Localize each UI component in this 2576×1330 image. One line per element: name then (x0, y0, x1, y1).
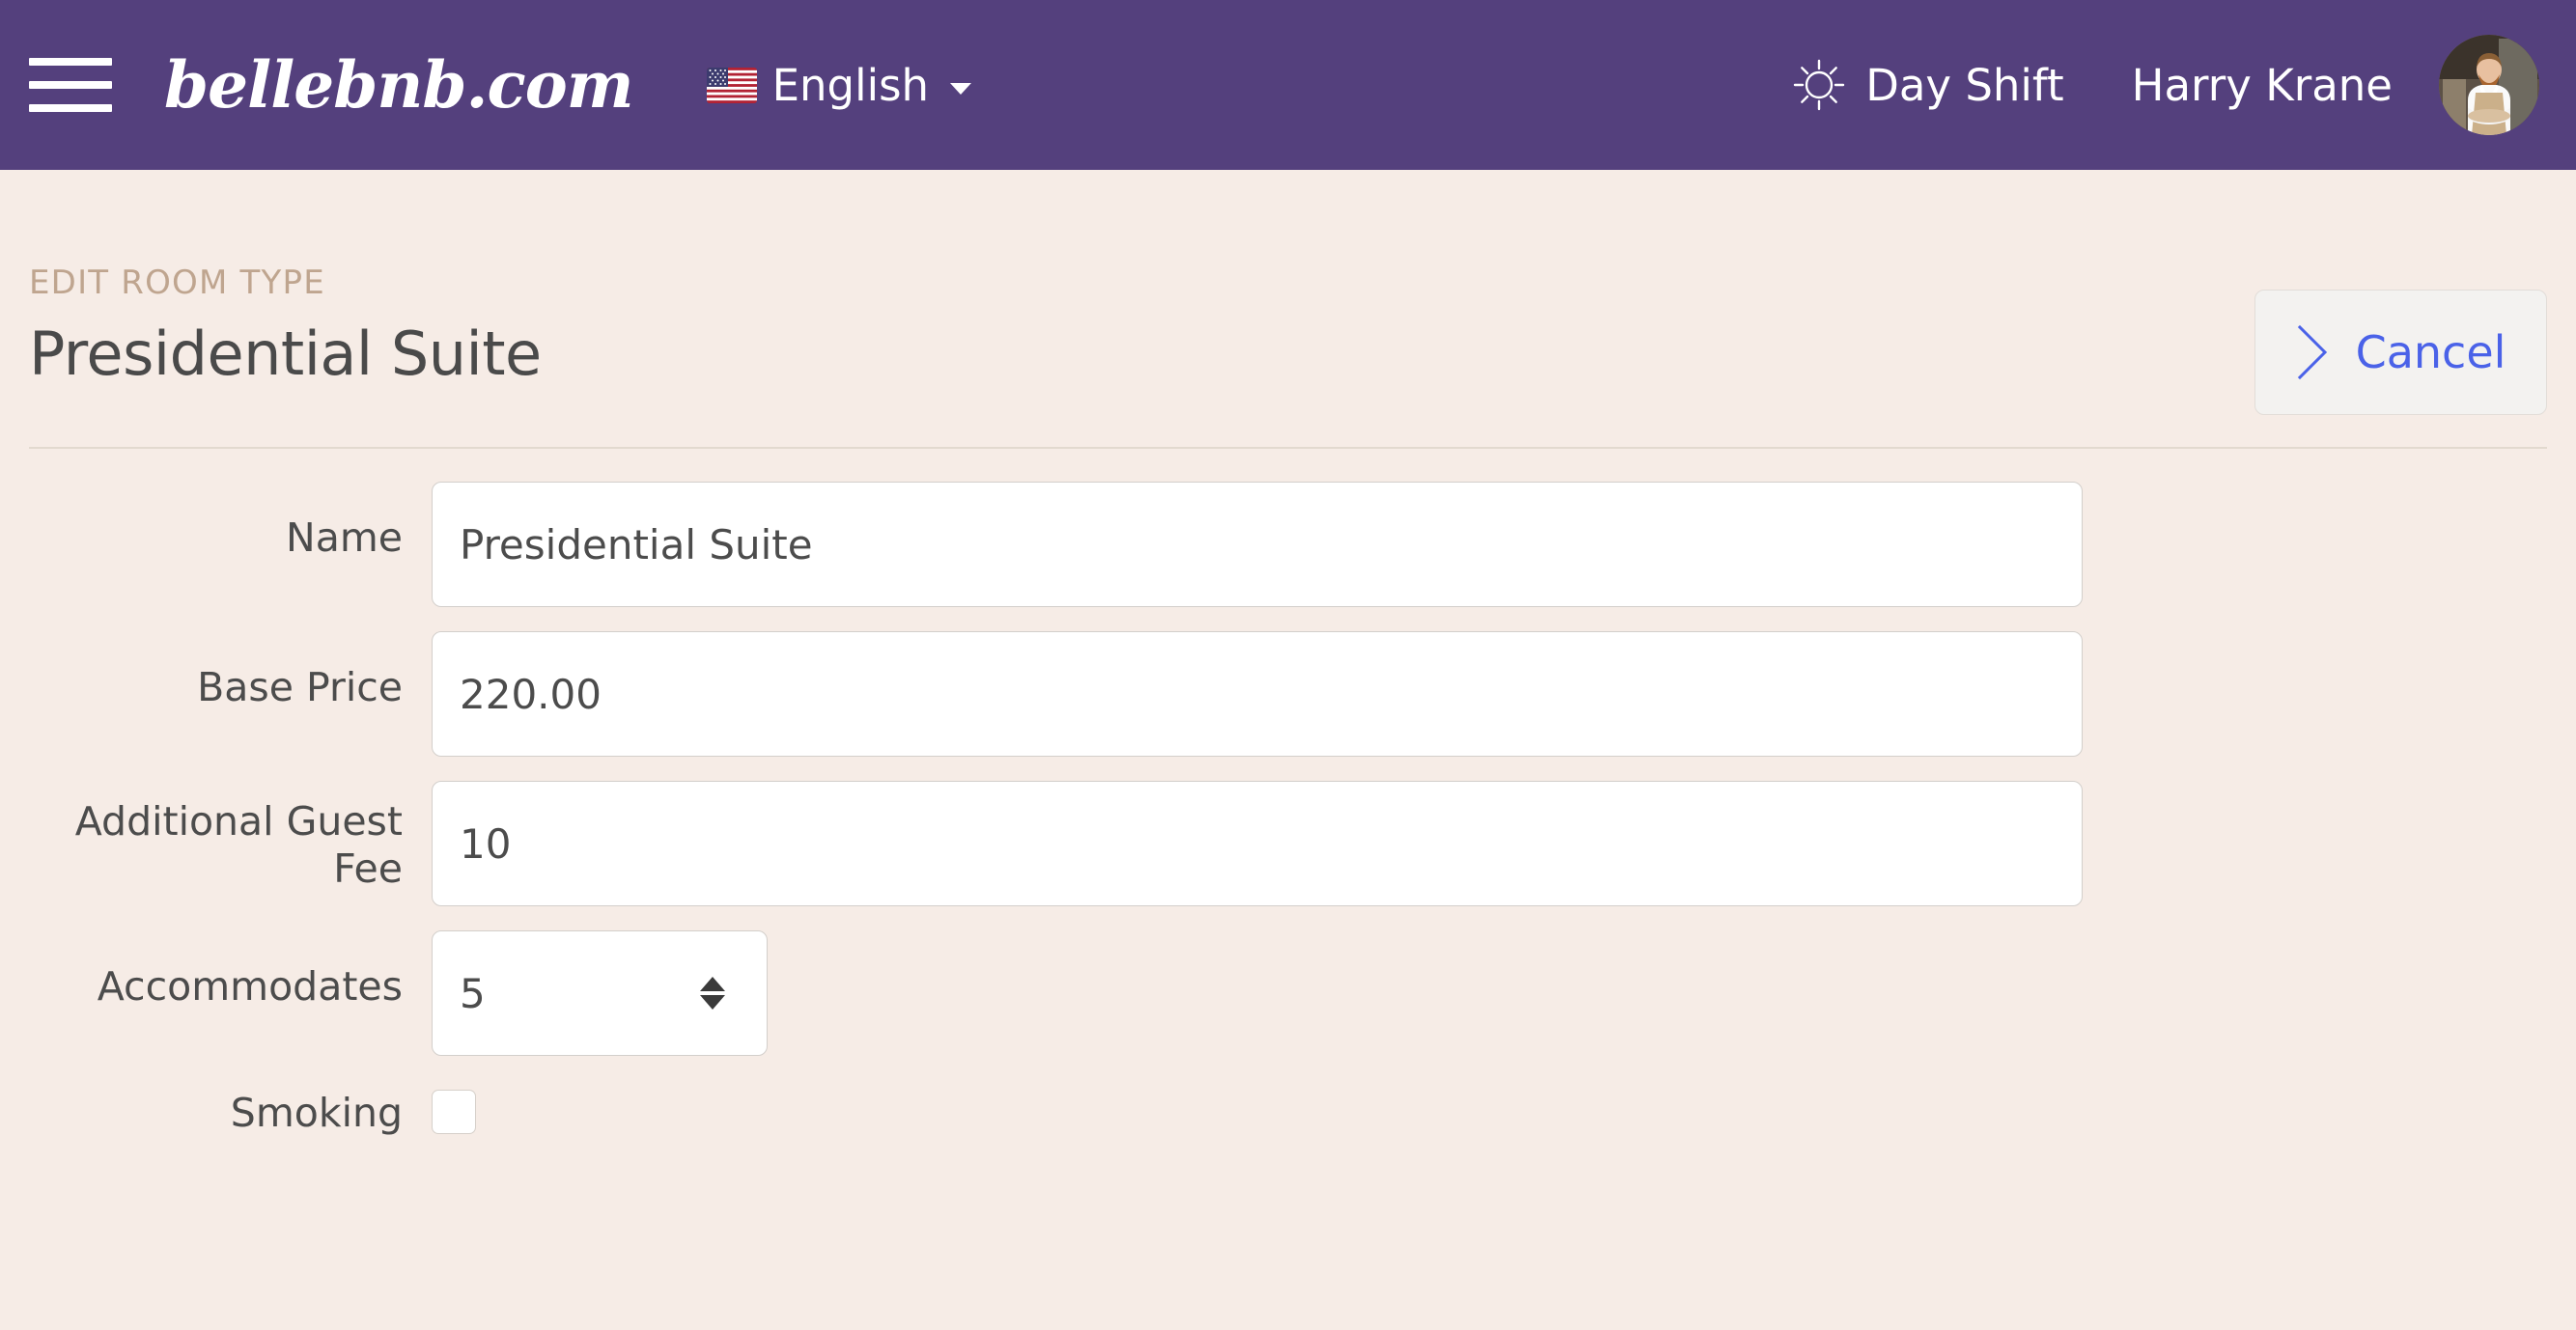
form-row-additional-guest-fee: Additional Guest Fee (29, 781, 2547, 906)
label-additional-guest-fee: Additional Guest Fee (74, 798, 403, 893)
hamburger-bar (29, 104, 112, 112)
control-wrap-name (432, 482, 2547, 607)
name-input[interactable] (432, 482, 2083, 607)
chevron-right-icon (2296, 324, 2329, 380)
label-base-price: Base Price (197, 664, 403, 710)
accommodates-select-box: 12345678910 (432, 930, 768, 1056)
form-row-smoking: Smoking (29, 1080, 2547, 1137)
brand-logo[interactable]: bellebnb.com (164, 53, 634, 117)
room-type-form: Name Base Price Additional Guest Fee Acc… (29, 449, 2547, 1137)
label-name: Name (286, 514, 403, 561)
label-accommodates: Accommodates (97, 963, 403, 1010)
navbar-right-group: Day Shift Harry Krane (1792, 35, 2539, 135)
user-name[interactable]: Harry Krane (2132, 64, 2393, 107)
form-row-accommodates: Accommodates 12345678910 (29, 930, 2547, 1056)
smoking-checkbox[interactable] (432, 1090, 476, 1134)
sun-icon (1792, 58, 1846, 112)
cancel-button[interactable]: Cancel (2254, 290, 2547, 415)
language-selector[interactable]: English (706, 59, 972, 111)
language-label: English (771, 59, 930, 111)
caret-down-icon (950, 83, 972, 95)
top-navbar: bellebnb.com English Day Shift Harry Kra… (0, 0, 2576, 170)
label-smoking: Smoking (230, 1090, 403, 1136)
hamburger-bar (29, 58, 112, 66)
day-shift-label: Day Shift (1865, 59, 2064, 111)
form-row-base-price: Base Price (29, 631, 2547, 757)
user-avatar[interactable] (2439, 35, 2539, 135)
page-title: Presidential Suite (29, 319, 542, 389)
page-header-titles: EDIT ROOM TYPE Presidential Suite (29, 266, 2254, 387)
control-wrap-additional-guest-fee (432, 781, 2547, 906)
page-content: EDIT ROOM TYPE Presidential Suite Cancel… (0, 170, 2576, 1137)
day-shift-button[interactable]: Day Shift (1792, 58, 2064, 112)
base-price-input[interactable] (432, 631, 2083, 757)
control-wrap-accommodates: 12345678910 (432, 930, 2547, 1056)
cancel-label: Cancel (2355, 326, 2506, 378)
hamburger-bar (29, 81, 112, 89)
accommodates-select[interactable]: 12345678910 (432, 930, 768, 1056)
us-flag-icon (706, 67, 757, 103)
additional-guest-fee-input[interactable] (432, 781, 2083, 906)
control-wrap-base-price (432, 631, 2547, 757)
page-header: EDIT ROOM TYPE Presidential Suite Cancel (29, 170, 2547, 415)
control-wrap-smoking (432, 1080, 2547, 1134)
form-row-name: Name (29, 482, 2547, 607)
hamburger-menu-icon[interactable] (29, 58, 112, 112)
page-eyebrow: EDIT ROOM TYPE (29, 263, 325, 302)
